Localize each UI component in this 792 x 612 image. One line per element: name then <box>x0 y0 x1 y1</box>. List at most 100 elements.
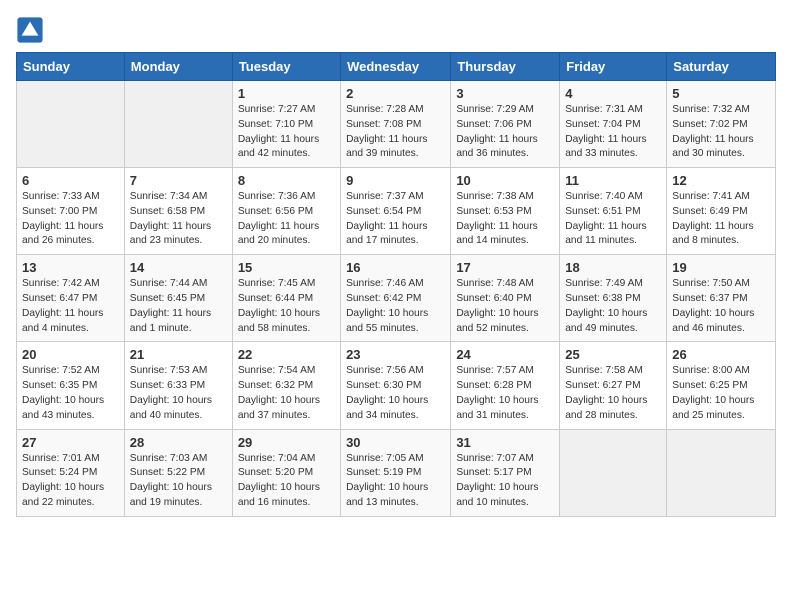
day-info: Sunrise: 7:40 AM Sunset: 6:51 PM Dayligh… <box>565 190 661 249</box>
day-info: Sunrise: 7:29 AM Sunset: 7:06 PM Dayligh… <box>456 103 554 162</box>
calendar-cell: 30 Sunrise: 7:05 AM Sunset: 5:19 PM Dayli… <box>341 429 451 516</box>
calendar-cell: 21 Sunrise: 7:53 AM Sunset: 6:33 PM Dayli… <box>124 342 232 429</box>
day-info: Sunrise: 7:52 AM Sunset: 6:35 PM Dayligh… <box>22 364 119 423</box>
calendar-cell: 25Sunrise: 7:58 AM Sunset: 6:27 PM Dayli… <box>560 342 667 429</box>
day-number: 31 <box>456 435 554 450</box>
day-number: 24 <box>456 347 554 362</box>
calendar-cell: 17Sunrise: 7:48 AM Sunset: 6:40 PM Dayli… <box>451 255 560 342</box>
calendar-cell: 19 Sunrise: 7:50 AM Sunset: 6:37 PM Dayli… <box>667 255 776 342</box>
day-info: Sunrise: 7:07 AM Sunset: 5:17 PM Dayligh… <box>456 452 554 511</box>
day-number: 13 <box>22 260 119 275</box>
calendar-cell <box>560 429 667 516</box>
day-info: Sunrise: 7:05 AM Sunset: 5:19 PM Dayligh… <box>346 452 445 511</box>
day-info: Sunrise: 7:31 AM Sunset: 7:04 PM Dayligh… <box>565 103 661 162</box>
day-info: Sunrise: 7:37 AM Sunset: 6:54 PM Dayligh… <box>346 190 445 249</box>
day-info: Sunrise: 7:49 AM Sunset: 6:38 PM Dayligh… <box>565 277 661 336</box>
day-info: Sunrise: 7:44 AM Sunset: 6:45 PM Dayligh… <box>130 277 227 336</box>
day-info: Sunrise: 7:36 AM Sunset: 6:56 PM Dayligh… <box>238 190 335 249</box>
day-number: 14 <box>130 260 227 275</box>
calendar-cell: 22 Sunrise: 7:54 AM Sunset: 6:32 PM Dayli… <box>232 342 340 429</box>
calendar-cell: 16 Sunrise: 7:46 AM Sunset: 6:42 PM Dayli… <box>341 255 451 342</box>
day-info: Sunrise: 7:04 AM Sunset: 5:20 PM Dayligh… <box>238 452 335 511</box>
day-number: 21 <box>130 347 227 362</box>
calendar-cell <box>124 81 232 168</box>
weekday-header: Sunday <box>17 53 125 81</box>
calendar-cell: 28Sunrise: 7:03 AM Sunset: 5:22 PM Dayli… <box>124 429 232 516</box>
day-info: Sunrise: 7:58 AM Sunset: 6:27 PM Dayligh… <box>565 364 661 423</box>
day-number: 30 <box>346 435 445 450</box>
weekday-header: Tuesday <box>232 53 340 81</box>
day-number: 23 <box>346 347 445 362</box>
calendar-cell: 13 Sunrise: 7:42 AM Sunset: 6:47 PM Dayli… <box>17 255 125 342</box>
weekday-header: Friday <box>560 53 667 81</box>
calendar-cell: 24 Sunrise: 7:57 AM Sunset: 6:28 PM Dayli… <box>451 342 560 429</box>
day-number: 18 <box>565 260 661 275</box>
weekday-header: Wednesday <box>341 53 451 81</box>
calendar-week-row: 20 Sunrise: 7:52 AM Sunset: 6:35 PM Dayli… <box>17 342 776 429</box>
day-number: 6 <box>22 173 119 188</box>
calendar-cell: 14 Sunrise: 7:44 AM Sunset: 6:45 PM Dayli… <box>124 255 232 342</box>
day-number: 1 <box>238 86 335 101</box>
weekday-header: Saturday <box>667 53 776 81</box>
day-number: 2 <box>346 86 445 101</box>
calendar-cell: 31 Sunrise: 7:07 AM Sunset: 5:17 PM Dayli… <box>451 429 560 516</box>
calendar-cell <box>667 429 776 516</box>
day-info: Sunrise: 7:48 AM Sunset: 6:40 PM Dayligh… <box>456 277 554 336</box>
day-number: 22 <box>238 347 335 362</box>
calendar-cell: 11 Sunrise: 7:40 AM Sunset: 6:51 PM Dayli… <box>560 168 667 255</box>
calendar-cell: 1Sunrise: 7:27 AM Sunset: 7:10 PM Daylig… <box>232 81 340 168</box>
calendar-cell: 8 Sunrise: 7:36 AM Sunset: 6:56 PM Daylig… <box>232 168 340 255</box>
calendar-cell: 15 Sunrise: 7:45 AM Sunset: 6:44 PM Dayli… <box>232 255 340 342</box>
page-header <box>16 16 776 44</box>
calendar-cell: 5 Sunrise: 7:32 AM Sunset: 7:02 PM Daylig… <box>667 81 776 168</box>
weekday-header: Monday <box>124 53 232 81</box>
day-info: Sunrise: 7:42 AM Sunset: 6:47 PM Dayligh… <box>22 277 119 336</box>
day-info: Sunrise: 7:45 AM Sunset: 6:44 PM Dayligh… <box>238 277 335 336</box>
day-number: 19 <box>672 260 770 275</box>
logo-icon <box>16 16 44 44</box>
day-info: Sunrise: 7:46 AM Sunset: 6:42 PM Dayligh… <box>346 277 445 336</box>
day-number: 20 <box>22 347 119 362</box>
calendar-cell: 23 Sunrise: 7:56 AM Sunset: 6:30 PM Dayli… <box>341 342 451 429</box>
day-info: Sunrise: 7:32 AM Sunset: 7:02 PM Dayligh… <box>672 103 770 162</box>
weekday-header-row: SundayMondayTuesdayWednesdayThursdayFrid… <box>17 53 776 81</box>
day-number: 26 <box>672 347 770 362</box>
calendar-cell: 4Sunrise: 7:31 AM Sunset: 7:04 PM Daylig… <box>560 81 667 168</box>
calendar-table: SundayMondayTuesdayWednesdayThursdayFrid… <box>16 52 776 517</box>
calendar-cell: 3 Sunrise: 7:29 AM Sunset: 7:06 PM Daylig… <box>451 81 560 168</box>
day-info: Sunrise: 7:53 AM Sunset: 6:33 PM Dayligh… <box>130 364 227 423</box>
day-info: Sunrise: 8:00 AM Sunset: 6:25 PM Dayligh… <box>672 364 770 423</box>
day-number: 15 <box>238 260 335 275</box>
day-number: 8 <box>238 173 335 188</box>
day-number: 9 <box>346 173 445 188</box>
day-info: Sunrise: 7:41 AM Sunset: 6:49 PM Dayligh… <box>672 190 770 249</box>
day-number: 7 <box>130 173 227 188</box>
day-info: Sunrise: 7:01 AM Sunset: 5:24 PM Dayligh… <box>22 452 119 511</box>
weekday-header: Thursday <box>451 53 560 81</box>
day-info: Sunrise: 7:38 AM Sunset: 6:53 PM Dayligh… <box>456 190 554 249</box>
calendar-cell: 9 Sunrise: 7:37 AM Sunset: 6:54 PM Daylig… <box>341 168 451 255</box>
day-info: Sunrise: 7:28 AM Sunset: 7:08 PM Dayligh… <box>346 103 445 162</box>
calendar-week-row: 13 Sunrise: 7:42 AM Sunset: 6:47 PM Dayli… <box>17 255 776 342</box>
day-number: 5 <box>672 86 770 101</box>
calendar-cell: 27 Sunrise: 7:01 AM Sunset: 5:24 PM Dayli… <box>17 429 125 516</box>
day-number: 16 <box>346 260 445 275</box>
day-number: 29 <box>238 435 335 450</box>
calendar-week-row: 1Sunrise: 7:27 AM Sunset: 7:10 PM Daylig… <box>17 81 776 168</box>
day-number: 11 <box>565 173 661 188</box>
calendar-cell: 18 Sunrise: 7:49 AM Sunset: 6:38 PM Dayli… <box>560 255 667 342</box>
calendar-cell: 2 Sunrise: 7:28 AM Sunset: 7:08 PM Daylig… <box>341 81 451 168</box>
day-number: 28 <box>130 435 227 450</box>
day-info: Sunrise: 7:56 AM Sunset: 6:30 PM Dayligh… <box>346 364 445 423</box>
day-info: Sunrise: 7:57 AM Sunset: 6:28 PM Dayligh… <box>456 364 554 423</box>
day-info: Sunrise: 7:50 AM Sunset: 6:37 PM Dayligh… <box>672 277 770 336</box>
calendar-cell: 12Sunrise: 7:41 AM Sunset: 6:49 PM Dayli… <box>667 168 776 255</box>
day-number: 27 <box>22 435 119 450</box>
calendar-cell: 10Sunrise: 7:38 AM Sunset: 6:53 PM Dayli… <box>451 168 560 255</box>
calendar-cell: 26 Sunrise: 8:00 AM Sunset: 6:25 PM Dayli… <box>667 342 776 429</box>
logo <box>16 16 48 44</box>
day-info: Sunrise: 7:54 AM Sunset: 6:32 PM Dayligh… <box>238 364 335 423</box>
calendar-week-row: 6Sunrise: 7:33 AM Sunset: 7:00 PM Daylig… <box>17 168 776 255</box>
day-number: 3 <box>456 86 554 101</box>
calendar-week-row: 27 Sunrise: 7:01 AM Sunset: 5:24 PM Dayli… <box>17 429 776 516</box>
